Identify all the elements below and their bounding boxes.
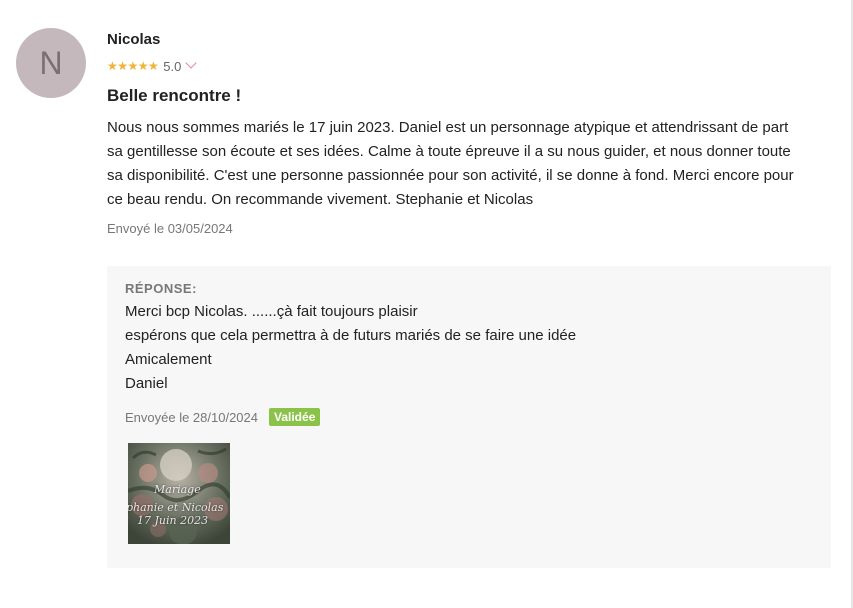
photo-caption-line: 17 Juin 2023 [137, 514, 209, 527]
rating[interactable]: ★★★★★ ★★★★★ 5.0 [107, 57, 198, 74]
review-title: Belle rencontre ! [107, 86, 242, 105]
photo-caption-line: phanie et Nicolas [128, 501, 224, 514]
review-body-line: Nous nous sommes mariés le 17 juin 2023.… [107, 119, 789, 136]
photo-caption-line: Mariage [154, 483, 201, 496]
chevron-down-icon[interactable] [185, 57, 198, 69]
response-box: RÉPONSE: Merci bcp Nicolas. ......çà fai… [107, 266, 831, 568]
response-line: Daniel [125, 375, 168, 392]
rating-score: 5.0 [163, 58, 182, 74]
response-footer: Envoyée le 28/10/2024 Validée [125, 408, 321, 426]
response-line: espérons que cela permettra à de futurs … [125, 327, 577, 344]
response-line: Amicalement [125, 351, 212, 368]
stars-filled: ★★★★★ [107, 59, 159, 73]
review-body-line: sa gentillesse son écoute et ses idées. … [107, 143, 791, 160]
status-badge: Validée [269, 408, 321, 426]
star-rating-icon: ★★★★★ ★★★★★ [107, 58, 159, 74]
photo-caption: Mariage phanie et Nicolas 17 Juin 2023 [128, 443, 230, 544]
review-body: Nous nous sommes mariés le 17 juin 2023.… [107, 116, 837, 212]
response-sent-date: Envoyée le 28/10/2024 [125, 409, 258, 425]
review-body-line: sa disponibilité. C'est une personne pas… [107, 167, 794, 184]
response-photo-thumbnail[interactable]: Mariage phanie et Nicolas 17 Juin 2023 [128, 443, 230, 544]
author-name: Nicolas [107, 31, 161, 48]
avatar: N [16, 28, 86, 98]
review-card: N Nicolas ★★★★★ ★★★★★ 5.0 Belle rencontr… [0, 0, 853, 608]
response-line: Merci bcp Nicolas. ......çà fait toujour… [125, 303, 418, 320]
review-body-line: ce beau rendu. On recommande vivement. S… [107, 191, 534, 208]
response-label: RÉPONSE: [125, 281, 197, 296]
review-sent-date: Envoyé le 03/05/2024 [107, 221, 233, 236]
response-body: Merci bcp Nicolas. ......çà fait toujour… [125, 300, 576, 396]
